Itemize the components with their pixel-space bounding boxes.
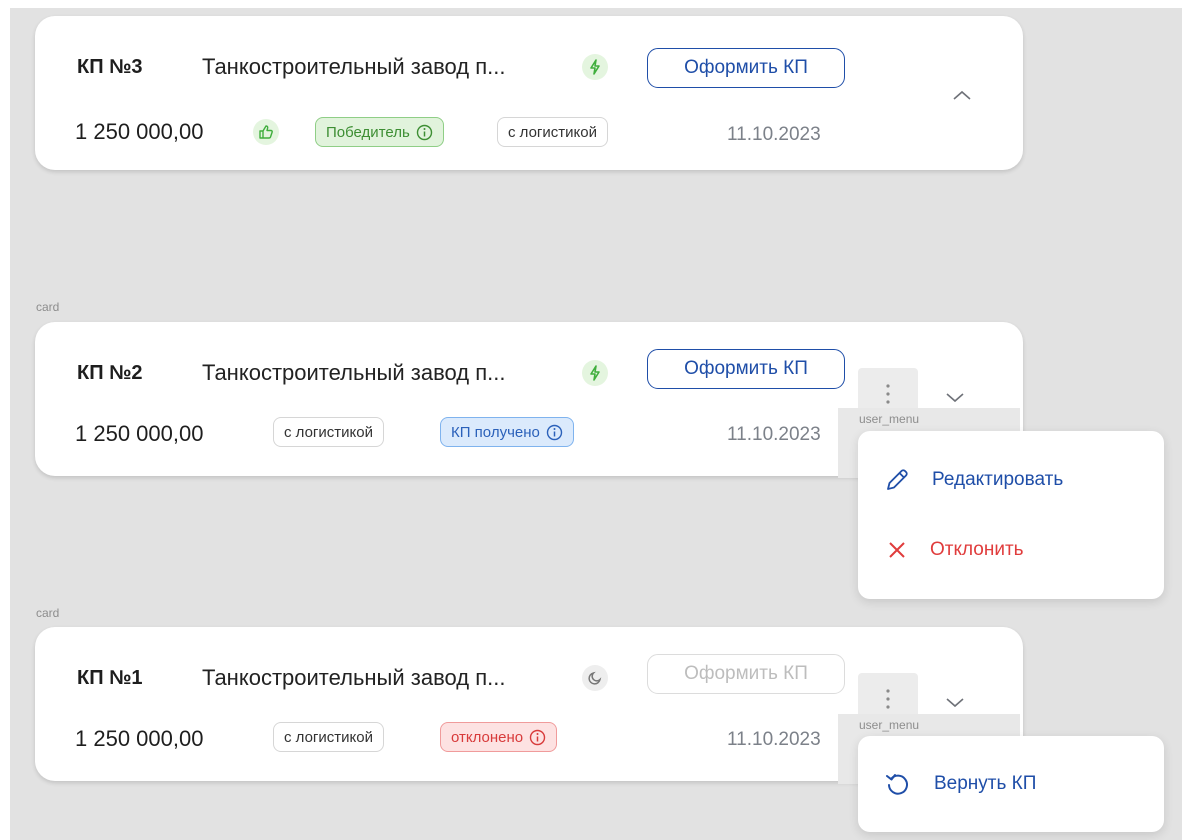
offer-date: 11.10.2023 bbox=[727, 729, 821, 750]
pencil-icon bbox=[887, 469, 908, 490]
logistics-tag: с логистикой bbox=[497, 117, 608, 147]
kebab-icon bbox=[886, 384, 890, 404]
undo-icon bbox=[886, 774, 908, 795]
winner-tag: Победитель bbox=[315, 117, 444, 147]
info-icon[interactable] bbox=[529, 729, 546, 746]
chevron-down-icon[interactable] bbox=[944, 696, 966, 715]
frame-label-user-menu: user_menu bbox=[859, 718, 920, 732]
logistics-tag: с логистикой bbox=[273, 722, 384, 752]
create-offer-button[interactable]: Оформить КП bbox=[647, 349, 845, 389]
info-icon[interactable] bbox=[416, 124, 433, 141]
frame-label-card: card bbox=[36, 606, 60, 620]
create-offer-button-disabled[interactable]: Оформить КП bbox=[647, 654, 845, 694]
card-2-user-menu: Редактировать Отклонить bbox=[858, 431, 1164, 599]
edit-menu-item[interactable]: Редактировать bbox=[884, 467, 1063, 493]
tag-label: КП получено bbox=[451, 423, 540, 441]
rejected-tag: отклонено bbox=[440, 722, 558, 752]
offer-amount: 1 250 000,00 bbox=[75, 726, 204, 751]
chevron-up-icon[interactable] bbox=[951, 88, 973, 107]
design-canvas: КП №3 Танкостроительный завод п... Оформ… bbox=[10, 8, 1182, 840]
offer-number: КП №1 bbox=[77, 667, 143, 689]
offer-amount: 1 250 000,00 bbox=[75, 119, 204, 144]
offer-number: КП №2 bbox=[77, 362, 143, 384]
offer-date: 11.10.2023 bbox=[727, 124, 821, 145]
tag-label: с логистикой bbox=[508, 123, 597, 141]
create-offer-button[interactable]: Оформить КП bbox=[647, 48, 845, 88]
thumbs-up-icon bbox=[253, 119, 279, 145]
offer-date: 11.10.2023 bbox=[727, 424, 821, 445]
card-1-user-menu: Вернуть КП bbox=[858, 736, 1164, 832]
supplier-name: Танкостроительный завод п... bbox=[202, 665, 506, 690]
edit-label: Редактировать bbox=[932, 469, 1064, 490]
info-icon[interactable] bbox=[546, 424, 563, 441]
kebab-icon bbox=[886, 689, 890, 709]
supplier-name: Танкостроительный завод п... bbox=[202, 54, 506, 79]
offer-card-3[interactable]: КП №3 Танкостроительный завод п... Оформ… bbox=[35, 16, 1023, 170]
tag-label: Победитель bbox=[326, 123, 410, 141]
lightning-icon bbox=[582, 54, 608, 80]
return-offer-menu-item[interactable]: Вернуть КП bbox=[884, 770, 1036, 798]
tag-label: с логистикой bbox=[284, 423, 373, 441]
offer-number: КП №3 bbox=[77, 56, 143, 78]
lightning-icon bbox=[582, 360, 608, 386]
logistics-tag: с логистикой bbox=[273, 417, 384, 447]
reject-label: Отклонить bbox=[930, 539, 1024, 560]
reject-menu-item[interactable]: Отклонить bbox=[886, 539, 1024, 561]
return-offer-label: Вернуть КП bbox=[934, 773, 1037, 794]
supplier-name: Танкостроительный завод п... bbox=[202, 360, 506, 385]
clock-icon bbox=[582, 665, 608, 691]
close-icon bbox=[889, 542, 905, 558]
tag-label: отклонено bbox=[451, 728, 524, 746]
tag-label: с логистикой bbox=[284, 728, 373, 746]
frame-label-card: card bbox=[36, 300, 60, 314]
frame-label-user-menu: user_menu bbox=[859, 412, 920, 426]
received-tag: КП получено bbox=[440, 417, 574, 447]
offer-amount: 1 250 000,00 bbox=[75, 421, 204, 446]
